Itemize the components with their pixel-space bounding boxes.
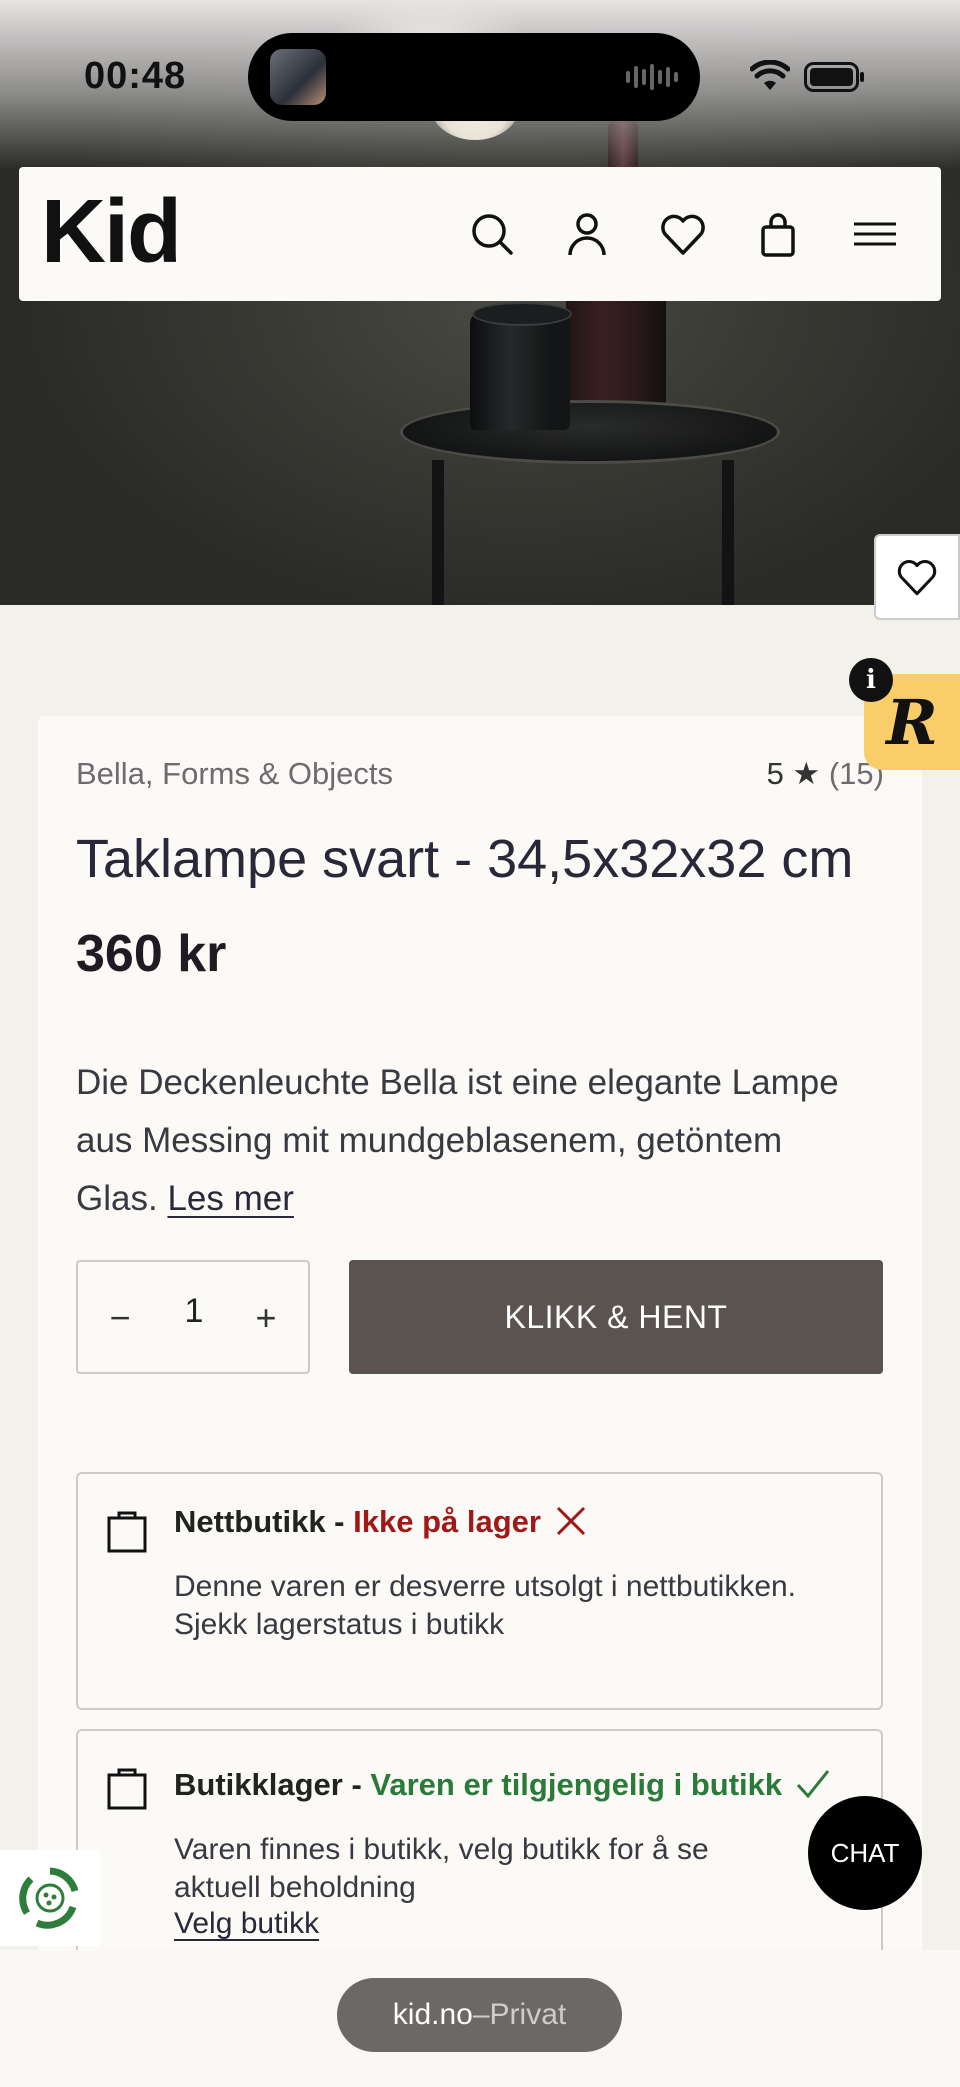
quantity-stepper: − 1 +: [76, 1260, 310, 1374]
bag-outline-icon: [106, 1765, 148, 1811]
store-stock-status: Varen er tilgjengelig i butikk: [370, 1767, 783, 1802]
battery-icon: [804, 62, 866, 92]
quantity-increase-button[interactable]: +: [238, 1290, 294, 1346]
product-brand[interactable]: Bella, Forms & Objects: [76, 756, 393, 792]
browser-bottom-bar: kid.no – Privat: [0, 1950, 960, 2087]
online-stock-text: Denne varen er desverre utsolgt i nettbu…: [174, 1570, 797, 1641]
rating-value: 5 ★: [766, 756, 821, 791]
store-stock-heading: Butikklager - Varen er tilgjengelig i bu…: [174, 1767, 831, 1803]
online-stock-heading: Nettbutikk - Ikke på lager: [174, 1504, 588, 1540]
menu-icon[interactable]: [850, 209, 900, 259]
product-title: Taklampe svart - 34,5x32x32 cm: [76, 829, 854, 889]
product-description: Die Deckenleuchte Bella ist eine elegant…: [76, 1054, 866, 1228]
status-time: 00:48: [84, 55, 187, 97]
online-stock-box: Nettbutikk - Ikke på lager Denne varen e…: [76, 1472, 883, 1710]
browser-address-pill[interactable]: kid.no – Privat: [337, 1978, 622, 2052]
heart-icon: [897, 560, 937, 596]
audio-wave-icon: [626, 63, 678, 91]
bag-outline-icon: [106, 1508, 148, 1554]
store-stock-label: Butikklager -: [174, 1767, 371, 1802]
info-icon[interactable]: i: [849, 658, 893, 702]
browser-separator: –: [472, 1998, 490, 2031]
quantity-value[interactable]: 1: [166, 1292, 222, 1331]
site-logo[interactable]: Kid: [41, 187, 182, 277]
bag-icon[interactable]: [753, 209, 803, 259]
choose-store-link[interactable]: Velg butikk: [174, 1907, 319, 1941]
search-icon[interactable]: [467, 209, 517, 259]
online-stock-status: Ikke på lager: [353, 1504, 541, 1539]
eco-recycle-icon[interactable]: [0, 1850, 100, 1946]
click-and-collect-button[interactable]: KLIKK & HENT: [349, 1260, 883, 1374]
product-price: 360 kr: [76, 925, 227, 983]
online-stock-label: Nettbutikk -: [174, 1504, 354, 1539]
wishlist-heart-icon[interactable]: [658, 209, 708, 259]
now-playing-thumbnail: [270, 49, 326, 105]
close-x-icon: [556, 1506, 585, 1536]
quantity-decrease-button[interactable]: −: [92, 1290, 148, 1346]
site-header: Kid: [19, 167, 941, 301]
store-stock-text: Varen finnes i butikk, velg butikk for å…: [174, 1833, 709, 1904]
dynamic-island: [248, 33, 700, 121]
chat-button[interactable]: CHAT: [808, 1796, 922, 1910]
add-to-favorites-button[interactable]: [874, 534, 960, 620]
read-more-link[interactable]: Les mer: [167, 1179, 293, 1218]
browser-domain: kid.no: [392, 1998, 473, 2031]
browser-mode: Privat: [489, 1998, 567, 2031]
account-icon[interactable]: [562, 209, 612, 259]
check-icon: [796, 1770, 829, 1799]
wifi-icon: [749, 59, 791, 92]
product-card: Bella, Forms & Objects 5 ★ (15) Taklampe…: [38, 716, 922, 2029]
